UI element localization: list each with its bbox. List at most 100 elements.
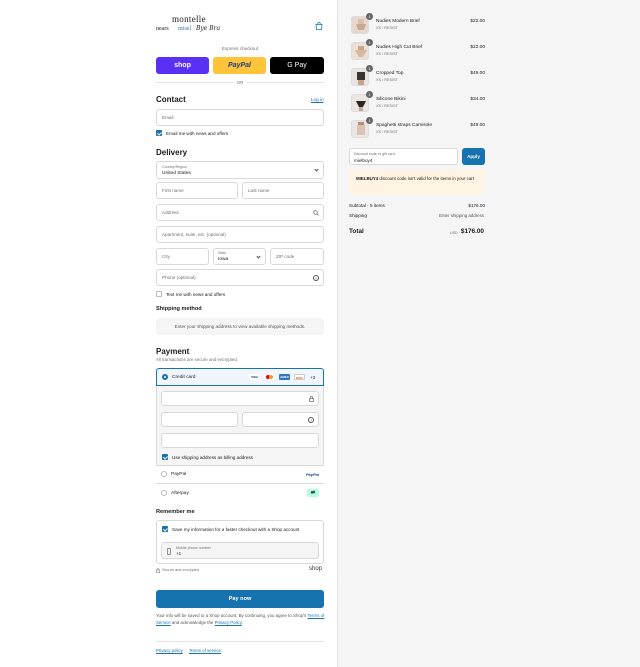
card-number-field[interactable] [161,391,319,406]
billing-address-label: Use shipping address as billing address [172,455,253,460]
paypal-logo-icon: PayPal [305,472,319,477]
shipping-value: Enter shipping address [439,213,484,218]
phone-field[interactable]: Phone (optional) ? [156,269,324,286]
credit-card-radio[interactable] [162,374,168,380]
footer-terms-link[interactable]: Terms of service [189,648,221,653]
legal-text-1: Your info will be saved to a Shop accoun… [156,613,307,618]
discount-error-text: MIELBUY4 discount code isn't valid for t… [356,176,480,183]
discount-label: Discount code or gift card [354,151,395,156]
product-variant: XS / RESIST [376,104,398,108]
logo-nears: nears [156,26,169,32]
apartment-field[interactable]: Apartment, suite, etc. (optional) [156,226,324,243]
shop-logo: shop [309,566,323,572]
save-info-label: Save my information for a faster checkou… [172,527,300,532]
google-pay-button[interactable]: G Pay [270,57,324,74]
login-link[interactable]: Log in [311,97,324,102]
pay-now-label: Pay now [228,596,252,602]
footer-privacy-link[interactable]: Privacy policy [156,648,183,653]
first-name-placeholder: First name [162,188,184,193]
country-label: Country/Region [162,164,187,169]
quantity-badge: 1 [366,117,373,124]
amex-icon: AMEX [279,374,290,380]
search-icon [313,210,319,216]
order-summary: 1 Nudies Modern Brief XS / RESIST $22.00… [337,0,640,667]
email-news-checkbox[interactable] [156,130,162,136]
mastercard-icon [264,374,275,380]
credit-card-option[interactable]: Credit card VISA AMEX DISC +3 [156,368,324,386]
mobile-phone-field[interactable]: Mobile phone number +1 [161,542,319,559]
express-checkout-heading: Express checkout [221,46,259,51]
quantity-badge: 1 [366,91,373,98]
shop-privacy-link[interactable]: Privacy Policy [215,620,242,625]
error-message: discount code isn't valid for the items … [378,176,474,181]
afterpay-option[interactable]: Afterpay ⇄ [156,483,324,502]
email-field[interactable]: Email [156,109,324,126]
billing-address-checkbox[interactable] [162,454,168,460]
currency-label: USD [450,231,458,235]
footer-divider [156,641,324,642]
paypal-option[interactable]: PayPal PayPal [156,465,324,483]
cvv-field[interactable]: ? [242,412,319,427]
help-icon[interactable]: ? [308,416,314,423]
product-name: Nudies Modern Brief [376,19,420,24]
apartment-placeholder: Apartment, suite, etc. (optional) [162,232,226,237]
legal-text-end: . [241,619,243,625]
cart-icon[interactable] [315,22,323,30]
subtotal-label: Subtotal · 5 items [349,203,385,208]
brand-logo[interactable]: montelle nears misel Bye Bra [156,14,226,36]
shop-pay-button[interactable]: shop [156,57,209,74]
address-field[interactable]: Address [156,204,324,221]
product-price: $22.00 [470,19,485,24]
text-news-checkbox[interactable] [156,291,162,297]
logo-montelle: montelle [172,14,206,24]
payment-secure-note: All transactions are secure and encrypte… [156,357,239,362]
paypal-button[interactable]: PayPal [213,57,266,74]
text-news-label: Text me with news and offers [166,292,226,297]
total-value: $176.00 [460,228,484,235]
discover-icon: DISC [294,374,305,380]
product-name: Spaghetti straps Camisole [376,123,432,128]
state-label: State [218,251,227,255]
address-placeholder: Address [162,210,179,215]
apply-button[interactable]: Apply [462,148,485,165]
google-pay-label: G Pay [287,62,307,69]
zip-placeholder: ZIP code [276,254,295,259]
lock-icon [309,396,314,402]
product-price: $49.00 [470,123,485,128]
country-select[interactable]: Country/Region United States [156,161,324,179]
help-icon[interactable]: ? [313,274,319,281]
afterpay-option-label: Afterpay [171,490,189,496]
chevron-down-icon [256,254,261,259]
shipping-label: Shipping [349,213,367,218]
paypal-radio[interactable] [161,471,167,477]
remember-me-heading: Remember me [156,509,195,515]
paypal-option-label: PayPal [171,471,187,477]
name-on-card-field[interactable] [161,433,319,448]
email-news-label: Email me with news and offers [166,131,229,136]
afterpay-radio[interactable] [161,490,167,496]
product-variant: XS / RESIST [376,78,398,82]
logo-script: Bye Bra [196,25,221,32]
product-price: $22.00 [470,45,485,50]
city-field[interactable]: City [156,248,209,265]
quantity-badge: 1 [366,39,373,46]
afterpay-logo-icon: ⇄ [307,489,319,497]
save-info-checkbox[interactable] [162,526,168,532]
expiry-field[interactable] [161,412,238,427]
last-name-field[interactable]: Last name [242,182,324,199]
state-select[interactable]: State Iowa [213,248,266,265]
product-name: Silicone Bikini [376,97,406,102]
shipping-method-heading: Shipping method [156,306,202,312]
more-cards-badge: +3 [310,374,316,380]
visa-icon: VISA [249,374,260,380]
zip-field[interactable]: ZIP code [270,248,324,265]
pay-now-button[interactable]: Pay now [156,590,324,608]
product-variant: XS / RESIST [376,26,398,30]
product-variant: XS / RESIST [376,52,398,56]
discount-code-field[interactable]: Discount code or gift card mielbuy4 [349,148,458,165]
product-price: $49.00 [470,71,485,76]
first-name-field[interactable]: First name [156,182,238,199]
checkout-main: montelle nears misel Bye Bra Express che… [0,0,337,667]
subtotal-value: $176.00 [468,203,485,208]
payment-methods: Credit card VISA AMEX DISC +3 ? Use ship… [156,368,324,502]
